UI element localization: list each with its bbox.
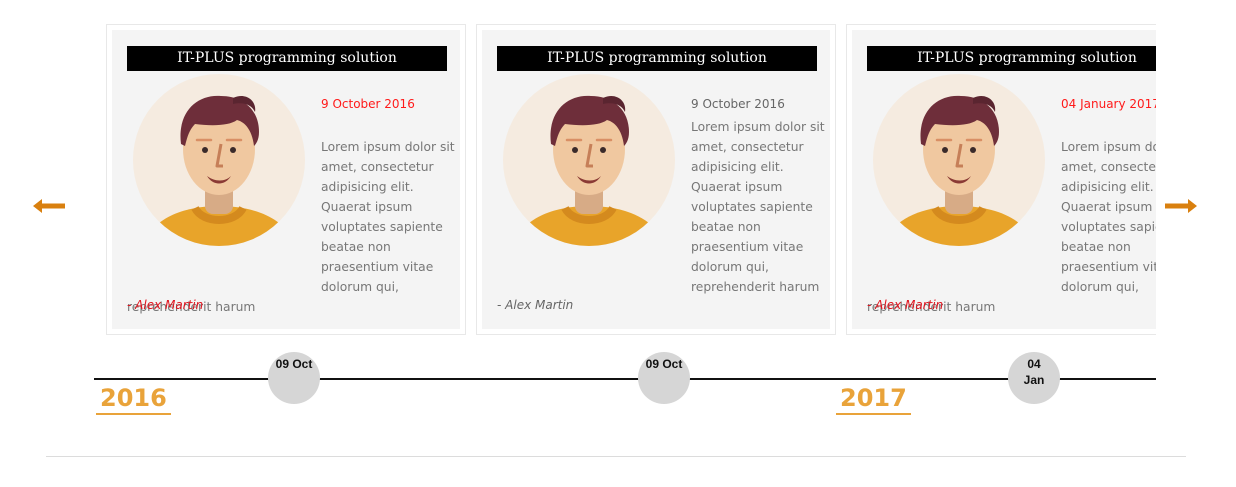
- year-label: 2017: [836, 383, 911, 415]
- year-label: 2016: [96, 383, 171, 415]
- timeline-node[interactable]: 04 Jan: [1008, 352, 1060, 404]
- card-title: IT-PLUS programming solution: [127, 46, 447, 71]
- card-author: - Alex Martin: [127, 298, 204, 312]
- timeline-line: [94, 378, 1156, 380]
- next-arrow-button[interactable]: [1163, 195, 1197, 217]
- card-date: 04 January 2017: [1061, 97, 1156, 111]
- node-date: 09 Oct: [645, 357, 683, 371]
- card-text: Lorem ipsum dolor sit amet, consectetur …: [867, 140, 1156, 314]
- card-date: 9 October 2016: [321, 97, 415, 111]
- testimonial-carousel: IT-PLUS programming solution 9 October 2…: [106, 24, 1156, 336]
- card-body: IT-PLUS programming solution 04 January: [852, 30, 1156, 329]
- timeline-node[interactable]: 09 Oct: [268, 352, 320, 404]
- card-title: IT-PLUS programming solution: [497, 46, 817, 71]
- card-text: Lorem ipsum dolor sit amet, consectetur …: [127, 140, 455, 314]
- card-title: IT-PLUS programming solution: [867, 46, 1156, 71]
- divider: [46, 456, 1186, 457]
- card-body: IT-PLUS programming solution 9 October 2…: [112, 30, 460, 329]
- testimonial-card: IT-PLUS programming solution 04 January: [846, 24, 1156, 335]
- card-date: 9 October 2016: [691, 97, 785, 111]
- card-text: Lorem ipsum dolor sit amet, consectetur …: [691, 120, 825, 294]
- card-author: - Alex Martin: [867, 298, 944, 312]
- testimonial-card: IT-PLUS programming solution 9 October 2…: [106, 24, 466, 335]
- node-date: 09 Oct: [275, 357, 313, 371]
- card-author: - Alex Martin: [497, 298, 574, 312]
- arrow-right-icon: [1165, 199, 1197, 213]
- timeline-node[interactable]: 09 Oct: [638, 352, 690, 404]
- card-body: IT-PLUS programming solution 9 October 2…: [482, 30, 830, 329]
- prev-arrow-button[interactable]: [33, 195, 67, 217]
- arrow-left-icon: [33, 199, 65, 213]
- testimonial-card: IT-PLUS programming solution 9 October 2…: [476, 24, 836, 335]
- node-day: 04: [1027, 357, 1041, 371]
- node-month: Jan: [1023, 373, 1045, 387]
